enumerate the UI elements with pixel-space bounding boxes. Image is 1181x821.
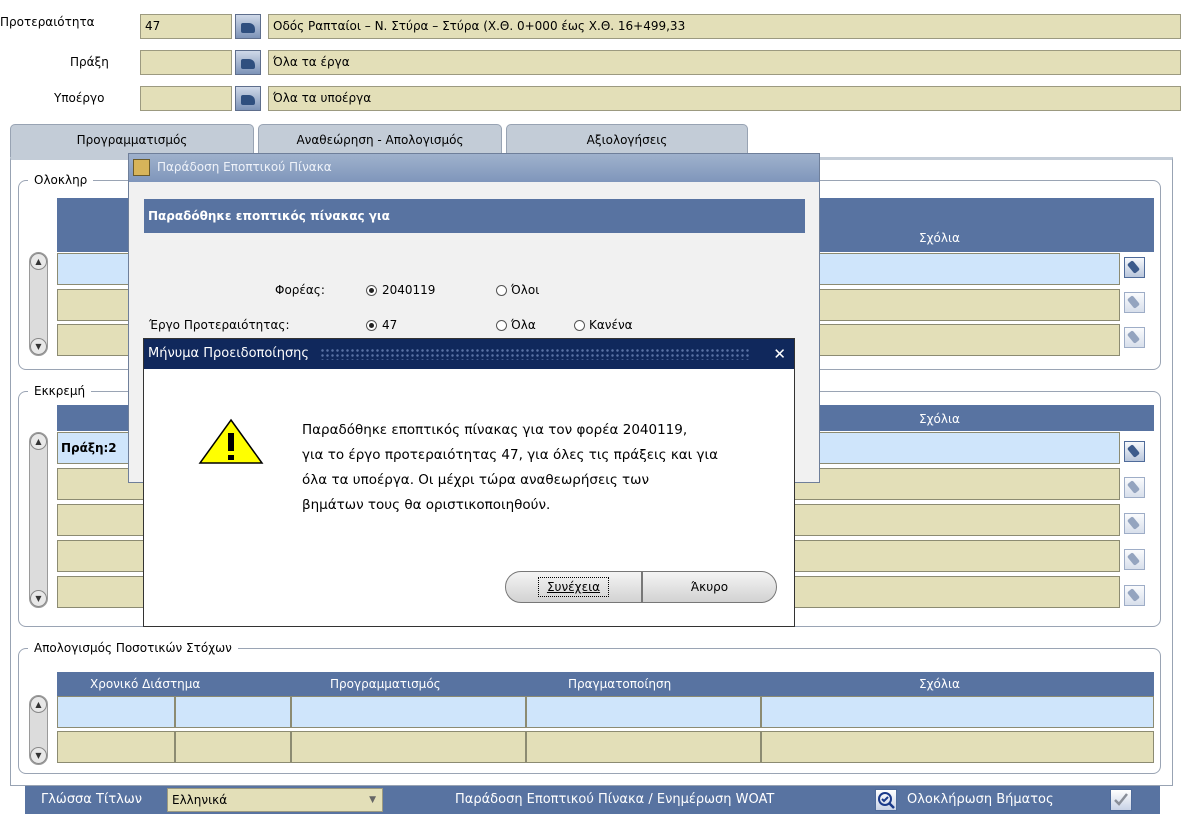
edit-comment-icon[interactable]: [1124, 513, 1145, 534]
deliver-supervisory-checkbox[interactable]: [875, 789, 897, 811]
titlebar-grip: [320, 348, 750, 360]
bottom-toolbar: Γλώσσα Τίτλων Ελληνικά ▼ Παράδοση Εποπτι…: [25, 786, 1160, 814]
action-code-field[interactable]: [140, 50, 232, 75]
warning-icon: [198, 418, 264, 464]
col-planning-header: Προγραμματισμός: [330, 677, 441, 691]
project-radio-all[interactable]: [496, 320, 507, 331]
language-label: Γλώσσα Τίτλων: [41, 792, 143, 807]
targets-cell[interactable]: [57, 696, 175, 728]
project-radio-selected[interactable]: [366, 320, 377, 331]
agency-all-label: Όλοι: [511, 283, 540, 297]
continue-button[interactable]: Συνέχεια: [505, 571, 642, 603]
col-comments-header: Σχόλια: [919, 677, 960, 691]
targets-cell[interactable]: [291, 731, 526, 763]
priority-label: Προτεραιότητα: [0, 15, 95, 29]
scroll-down-icon[interactable]: ▼: [30, 747, 47, 764]
agency-radio-all[interactable]: [496, 285, 507, 296]
edit-comment-icon[interactable]: [1124, 441, 1145, 462]
pending-group-title: Εκκρεμή: [28, 384, 92, 398]
supervisory-dialog-title: Παράδοση Εποπτικού Πίνακα: [157, 160, 332, 174]
deliver-supervisory-label: Παράδοση Εποπτικού Πίνακα / Ενημέρωση WO…: [455, 792, 775, 807]
subproject-lov-button[interactable]: [235, 86, 261, 111]
cancel-button-label: Άκυρο: [690, 580, 729, 594]
agency-radio-selected[interactable]: [366, 285, 377, 296]
edit-comment-icon[interactable]: [1124, 292, 1145, 313]
project-label: Έργο Προτεραιότητας:: [149, 318, 290, 332]
warning-message-line: για το έργο προτεραιότητας 47, για όλες …: [302, 447, 718, 463]
action-label: Πράξη: [70, 55, 109, 69]
project-value: 47: [382, 318, 398, 332]
warning-message: Παραδόθηκε εποπτικός πίνακας για τον φορ…: [302, 418, 718, 518]
language-select[interactable]: Ελληνικά ▼: [167, 788, 383, 812]
project-all-label: Όλα: [511, 318, 536, 332]
targets-group-title: Απολογισμός Ποσοτικών Στόχων: [28, 641, 238, 655]
pending-scrollbar[interactable]: ▲ ▼: [29, 432, 48, 608]
completed-group-title: Ολοκληρ: [28, 173, 94, 187]
checkmark-icon: [1114, 793, 1128, 806]
magnifier-check-icon: [878, 792, 895, 809]
targets-cell[interactable]: [761, 696, 1154, 728]
targets-cell[interactable]: [526, 696, 761, 728]
targets-cell[interactable]: [761, 731, 1154, 763]
warning-dialog-title: Μήνυμα Προειδοποίησης: [148, 346, 310, 361]
targets-scrollbar[interactable]: ▲ ▼: [29, 695, 48, 765]
pending-comments-header: Σχόλια: [919, 412, 960, 426]
agency-value: 2040119: [382, 283, 436, 297]
scroll-up-icon[interactable]: ▲: [30, 433, 47, 450]
close-icon[interactable]: ✕: [773, 339, 786, 369]
col-realization-header: Πραγματοποίηση: [568, 677, 672, 691]
targets-cell[interactable]: [57, 731, 175, 763]
complete-step-checkbox[interactable]: [1110, 789, 1132, 811]
priority-code-field[interactable]: 47: [140, 14, 232, 39]
targets-cell[interactable]: [526, 731, 761, 763]
warning-message-line: βημάτων τους θα οριστικοποιηθούν.: [302, 497, 551, 513]
project-none-label: Κανένα: [589, 318, 633, 332]
edit-comment-icon[interactable]: [1124, 549, 1145, 570]
supervisory-dialog-titlebar[interactable]: Παράδοση Εποπτικού Πίνακα: [129, 154, 819, 182]
targets-cell[interactable]: [175, 696, 291, 728]
edit-comment-icon[interactable]: [1124, 585, 1145, 606]
completed-comments-header: Σχόλια: [919, 231, 960, 245]
completed-scrollbar[interactable]: ▲ ▼: [29, 252, 48, 356]
subproject-desc-field[interactable]: Όλα τα υποέργα: [268, 86, 1181, 111]
supervisory-section-header: Παραδόθηκε εποπτικός πίνακας για: [144, 199, 805, 233]
scroll-down-icon[interactable]: ▼: [30, 590, 47, 607]
edit-comment-icon[interactable]: [1124, 327, 1145, 348]
priority-lov-button[interactable]: [235, 14, 261, 39]
subproject-code-field[interactable]: [140, 86, 232, 111]
complete-step-label: Ολοκλήρωση Βήματος: [907, 792, 1054, 807]
priority-desc-field[interactable]: Οδός Ραπταίοι – Ν. Στύρα – Στύρα (Χ.Θ. 0…: [268, 14, 1181, 39]
chevron-down-icon[interactable]: ▼: [369, 789, 376, 811]
warning-dialog: Μήνυμα Προειδοποίησης ✕ Παραδόθηκε εποπτ…: [143, 338, 795, 627]
scroll-up-icon[interactable]: ▲: [30, 253, 47, 270]
cancel-button[interactable]: Άκυρο: [642, 571, 777, 603]
edit-comment-icon[interactable]: [1124, 477, 1145, 498]
warning-dialog-titlebar[interactable]: Μήνυμα Προειδοποίησης ✕: [144, 339, 794, 369]
continue-button-label: Συνέχεια: [537, 577, 610, 597]
app-window-icon: [133, 159, 150, 176]
action-lov-button[interactable]: [235, 50, 261, 75]
scroll-down-icon[interactable]: ▼: [30, 338, 47, 355]
warning-message-line: Παραδόθηκε εποπτικός πίνακας για τον φορ…: [302, 422, 688, 438]
scroll-up-icon[interactable]: ▲: [30, 696, 47, 713]
col-period-header: Χρονικό Διάστημα: [90, 677, 201, 691]
action-desc-field[interactable]: Όλα τα έργα: [268, 50, 1181, 75]
language-select-value: Ελληνικά: [172, 793, 228, 807]
warning-message-line: όλα τα υποέργα. Οι μέχρι τώρα αναθεωρήσε…: [302, 472, 650, 488]
agency-label: Φορέας:: [275, 283, 325, 297]
edit-comment-icon[interactable]: [1124, 257, 1145, 278]
subproject-label: Υποέργο: [54, 91, 105, 105]
targets-cell[interactable]: [291, 696, 526, 728]
targets-cell[interactable]: [175, 731, 291, 763]
project-radio-none[interactable]: [574, 320, 585, 331]
targets-table-header: Χρονικό Διάστημα Προγραμματισμός Πραγματ…: [57, 672, 1154, 696]
